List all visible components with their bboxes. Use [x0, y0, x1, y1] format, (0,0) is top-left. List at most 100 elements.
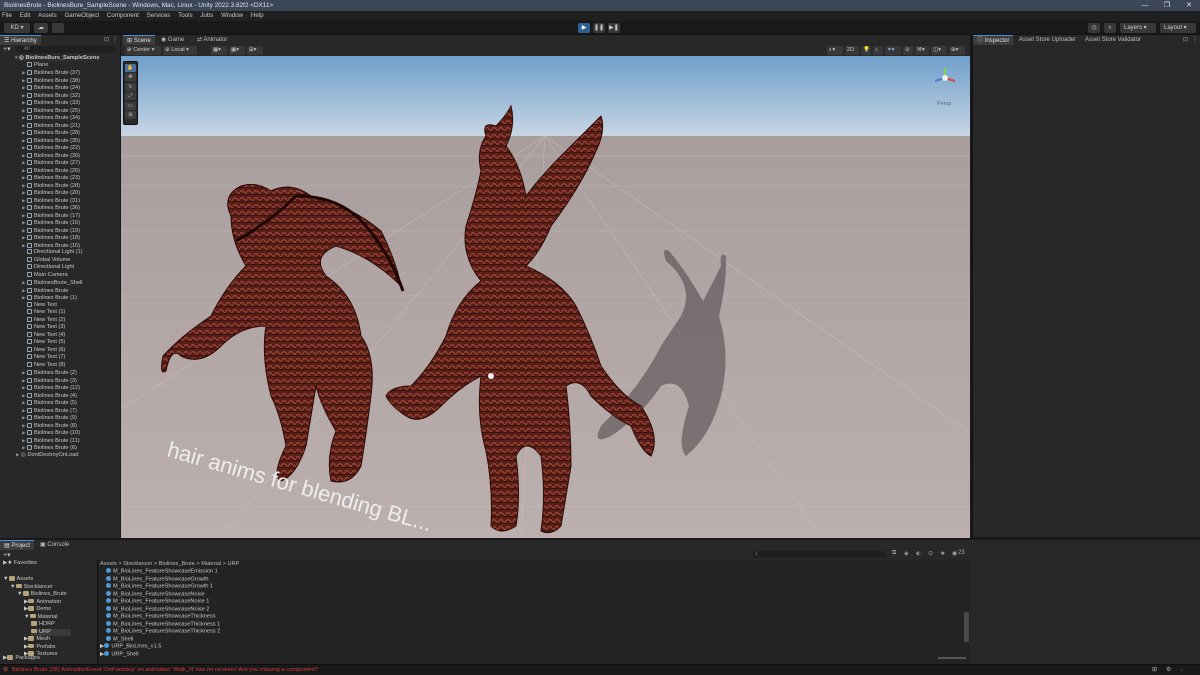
hierarchy-item[interactable]: New Text (4): [22, 331, 65, 340]
hierarchy-item[interactable]: ▶ Biolines Brute (27): [22, 159, 80, 167]
camera-settings-icon[interactable]: ◫▾: [931, 46, 947, 55]
cloud-icon[interactable]: ☁: [34, 23, 48, 33]
menu-edit[interactable]: Edit: [20, 12, 31, 19]
scene-root[interactable]: ▼◎ BiolinesBure_SampleScene: [14, 54, 100, 62]
hierarchy-item[interactable]: ▶ Biolines Brute (34): [22, 114, 80, 122]
file-item[interactable]: M_Shell: [106, 635, 133, 644]
tab-asset-store-uploader[interactable]: Asset Store Uploader: [1015, 35, 1080, 45]
menu-assets[interactable]: Assets: [38, 12, 57, 19]
hierarchy-item[interactable]: ▶ Biolines Brute (22): [22, 144, 80, 152]
file-item[interactable]: M_BioLines_FeatureShowcaseGrowth 1: [106, 583, 213, 591]
folder-tree-item[interactable]: ▶ Mesh: [24, 636, 50, 644]
icon-size-slider[interactable]: [938, 657, 966, 659]
hierarchy-item[interactable]: ▶ Biolines Brute (25): [22, 107, 80, 115]
hierarchy-item[interactable]: New Text (7): [22, 354, 65, 362]
visibility-icon[interactable]: ◉: [952, 550, 957, 557]
folder-tree-item[interactable]: ▼ Biolines_Brute: [17, 591, 67, 599]
hierarchy-item[interactable]: ▶ Biolines Brute (7): [22, 407, 77, 415]
menu-jobs[interactable]: Jobs: [200, 12, 213, 19]
gizmo-tools-icon[interactable]: ⚒▾: [915, 46, 929, 55]
hierarchy-item[interactable]: New Text (6): [22, 346, 65, 355]
hierarchy-item[interactable]: ▶ Biolines Brute (24): [22, 84, 80, 92]
hierarchy-item[interactable]: ▶ Biolines Brute (16): [22, 219, 80, 227]
hierarchy-item[interactable]: ▶ Biolines Brute (11): [22, 437, 80, 445]
hierarchy-item[interactable]: ▶ Biolines Brute (31): [22, 197, 80, 205]
effects-icon[interactable]: ✦▾: [885, 46, 901, 55]
hierarchy-item[interactable]: ▶ Biolines Brute (4): [22, 392, 77, 400]
hierarchy-item[interactable]: ▶ Biolines Brute (12): [22, 384, 80, 392]
audio-icon[interactable]: ♪: [873, 46, 883, 55]
folder-tree-item[interactable]: ▼ Material: [24, 613, 57, 622]
hierarchy-item[interactable]: ▶ Biolines Brute (19): [22, 227, 80, 235]
hierarchy-item[interactable]: New Text (3): [22, 324, 65, 332]
hierarchy-item[interactable]: New Text (8): [22, 361, 65, 370]
file-item[interactable]: ▶ URP_Shell: [100, 650, 139, 659]
file-item[interactable]: M_BioLines_FeatureShowcaseThickness: [106, 613, 216, 621]
menu-tools[interactable]: Tools: [178, 12, 192, 19]
scene-viewport[interactable]: hair anims for blending BL... Persp: [121, 56, 970, 538]
grid-toggle-button[interactable]: ▦▾: [229, 46, 245, 55]
menu-services[interactable]: Services: [147, 12, 171, 19]
file-item[interactable]: ▶ URP_BioLines_v1.5: [100, 643, 161, 651]
pause-button[interactable]: ❚❚: [593, 23, 605, 33]
file-item[interactable]: M_BioLines_FeatureShowcaseThickness 1: [106, 620, 220, 629]
menu-help[interactable]: Help: [251, 12, 264, 19]
lock-icon[interactable]: ⊡: [1183, 35, 1188, 45]
pivot-gizmo-icon[interactable]: [488, 373, 494, 379]
hierarchy-item[interactable]: ▶ Biolines Brute (15): [22, 242, 80, 250]
hierarchy-item[interactable]: ▶ Biolines Brute (26): [22, 167, 80, 175]
increment-snap-button[interactable]: ⊞▾: [247, 46, 263, 55]
lock-icon[interactable]: ⊡: [104, 35, 109, 45]
hierarchy-item[interactable]: Global Volume: [22, 256, 70, 265]
hierarchy-item[interactable]: Directional Light (1): [22, 249, 83, 257]
hierarchy-search-input[interactable]: All: [16, 46, 116, 53]
space-dropdown[interactable]: ⊕ Local ▾: [163, 46, 197, 55]
hierarchy-item[interactable]: ▶ Biolines Brute (21): [22, 122, 80, 130]
lighting-icon[interactable]: 💡: [861, 46, 871, 55]
hierarchy-item[interactable]: ▶ Biolines Brute (20): [22, 189, 80, 197]
file-item[interactable]: M_BioLines_FeatureShowcaseNoise 1: [106, 598, 209, 606]
hierarchy-item[interactable]: ▶ Biolines Brute (10): [22, 429, 80, 437]
favorite-icon[interactable]: ★: [940, 550, 945, 557]
hierarchy-item[interactable]: Main Camera: [22, 271, 68, 280]
add-icon[interactable]: +▾: [3, 551, 11, 559]
tab-asset-store-validator[interactable]: Asset Store Validator: [1081, 35, 1145, 45]
notification-icon[interactable]: ◌: [1180, 665, 1183, 675]
hierarchy-item[interactable]: ▶ Biolines Brute (5): [22, 399, 77, 407]
dont-destroy-row[interactable]: ▶ ◎ DontDestroyOnLoad: [16, 451, 78, 459]
hierarchy-item[interactable]: New Text (5): [22, 339, 65, 347]
folder-tree-item[interactable]: ▶ Demo: [24, 606, 51, 614]
menu-component[interactable]: Component: [107, 12, 139, 19]
file-item[interactable]: M_BioLines_FeatureShowcaseNoise 2: [106, 605, 209, 614]
scale-tool-icon[interactable]: ⤢: [125, 92, 136, 100]
toggle-2d-button[interactable]: 2D: [845, 46, 859, 55]
hierarchy-item[interactable]: ▶ Biolines Brute (37): [22, 69, 80, 77]
status-message[interactable]: Biolines Brute (28) AnimationEvent 'OnFo…: [12, 665, 318, 675]
play-button[interactable]: ▶: [578, 23, 590, 33]
shading-mode-button[interactable]: ◐▾: [827, 46, 843, 55]
hierarchy-item[interactable]: New Text (2): [22, 316, 65, 325]
folder-tree-item[interactable]: ▼ Stocklancer: [10, 583, 53, 592]
view-tool-icon[interactable]: ✋: [125, 63, 136, 72]
step-button[interactable]: ▶❚: [608, 23, 620, 33]
debug-icon[interactable]: ⚙: [1166, 665, 1171, 675]
hierarchy-item[interactable]: ▶ Biolines Brute (28): [22, 129, 80, 137]
hierarchy-item[interactable]: ▶ BiolinesBrute_Shell: [22, 279, 83, 287]
scrollbar[interactable]: [964, 612, 969, 642]
project-search-input[interactable]: ⌕: [752, 551, 886, 558]
hierarchy-item[interactable]: ▶ Biolines Brute (28): [22, 182, 80, 190]
hidden-objects-icon[interactable]: ⊘: [903, 46, 913, 55]
breadcrumb[interactable]: Assets > Stocklancer > Biolines_Brute > …: [100, 560, 239, 568]
menu-gameobject[interactable]: GameObject: [64, 12, 99, 19]
menu-window[interactable]: Window: [221, 12, 243, 19]
create-icon[interactable]: ⧉: [892, 550, 896, 557]
account-dropdown[interactable]: KD ▾: [4, 23, 30, 33]
hierarchy-item[interactable]: ▶ Biolines Brute (9): [22, 414, 77, 422]
tab-project[interactable]: ▤ Project: [0, 540, 35, 550]
expand-arrow-icon[interactable]: ▼: [17, 591, 23, 597]
transform-tool-icon[interactable]: ⊞: [125, 111, 136, 119]
filter-label-icon[interactable]: ⬖: [916, 550, 921, 557]
move-tool-icon[interactable]: ✥: [125, 73, 136, 81]
hierarchy-item[interactable]: ▶ Biolines Brute (1): [22, 294, 77, 302]
hierarchy-item[interactable]: New Text: [22, 301, 57, 310]
